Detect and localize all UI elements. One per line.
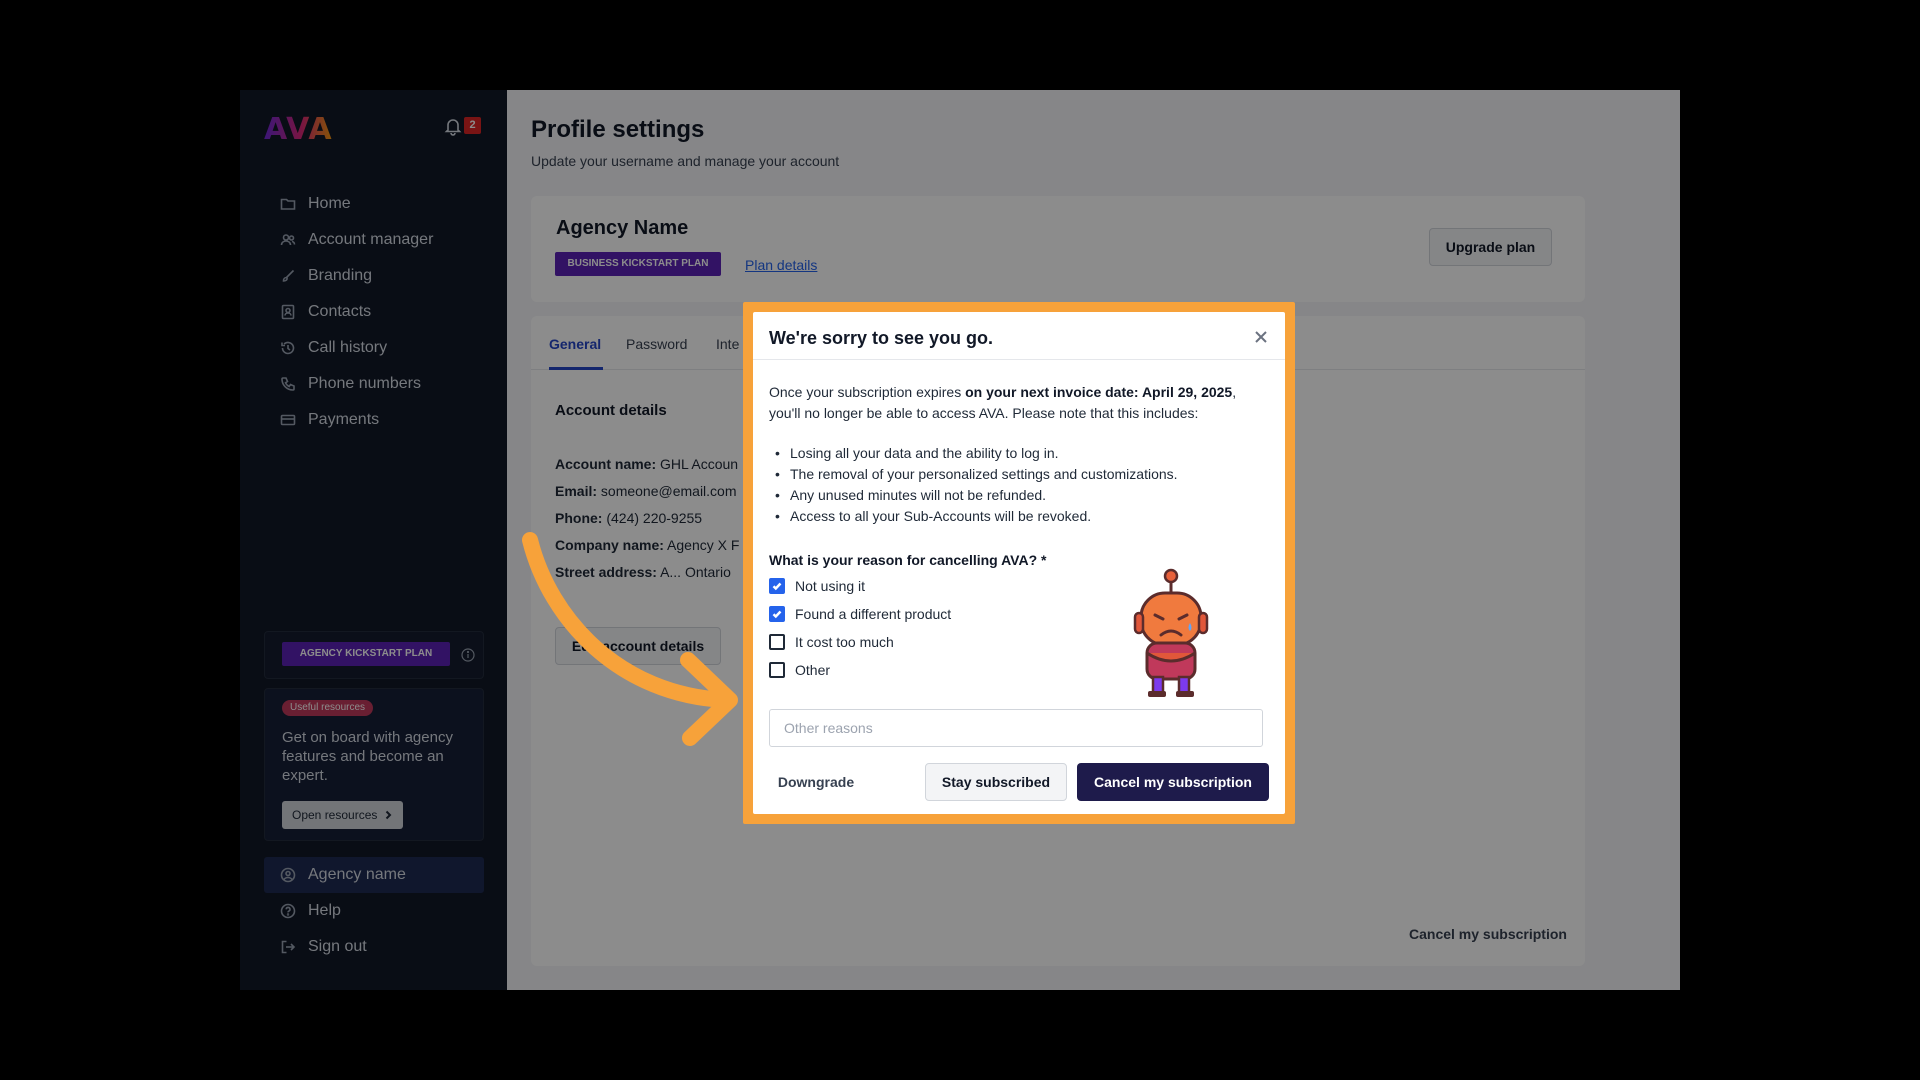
list-item: Access to all your Sub-Accounts will be …	[769, 506, 1269, 527]
modal-header: We're sorry to see you go.	[753, 312, 1285, 360]
other-reasons-input[interactable]	[769, 709, 1263, 747]
downgrade-button[interactable]: Downgrade	[769, 763, 863, 801]
list-item: Losing all your data and the ability to …	[769, 443, 1269, 464]
list-item: Any unused minutes will not be refunded.	[769, 485, 1269, 506]
reason-label: It cost too much	[795, 634, 894, 650]
consequences-list: Losing all your data and the ability to …	[769, 443, 1269, 527]
close-button[interactable]	[1254, 330, 1268, 344]
app-window: AVA 2 Home Account manager Branding Cont…	[240, 90, 1680, 990]
cancel-subscription-button[interactable]: Cancel my subscription	[1077, 763, 1269, 801]
checkbox-checked[interactable]	[769, 606, 785, 622]
modal-title: We're sorry to see you go.	[769, 328, 994, 348]
close-icon	[1255, 331, 1267, 343]
stay-subscribed-button[interactable]: Stay subscribed	[925, 763, 1067, 801]
reason-found-different-product[interactable]: Found a different product	[769, 606, 951, 622]
reason-label: Other	[795, 662, 831, 678]
modal-highlight-frame: We're sorry to see you go. Once your sub…	[743, 302, 1295, 824]
reason-label: Not using it	[795, 578, 866, 594]
intro-prefix: Once your subscription expires	[769, 384, 966, 400]
list-item: The removal of your personalized setting…	[769, 464, 1269, 485]
cancel-reason-question: What is your reason for cancelling AVA? …	[769, 552, 1047, 568]
reason-label: Found a different product	[795, 606, 952, 622]
checkbox-unchecked[interactable]	[769, 634, 785, 650]
annotation-arrow-icon	[522, 532, 738, 746]
reason-cost-too-much[interactable]: It cost too much	[769, 634, 894, 650]
check-icon	[772, 610, 782, 619]
invoice-date: on your next invoice date: April 29, 202…	[965, 384, 1233, 400]
reason-other[interactable]: Other	[769, 662, 830, 678]
checkbox-checked[interactable]	[769, 578, 785, 594]
checkbox-unchecked[interactable]	[769, 662, 785, 678]
modal-intro: Once your subscription expires on your n…	[769, 382, 1269, 424]
check-icon	[772, 582, 782, 591]
reason-not-using-it[interactable]: Not using it	[769, 578, 865, 594]
cancel-subscription-modal: We're sorry to see you go. Once your sub…	[753, 312, 1285, 814]
sad-robot-icon	[1133, 568, 1209, 697]
